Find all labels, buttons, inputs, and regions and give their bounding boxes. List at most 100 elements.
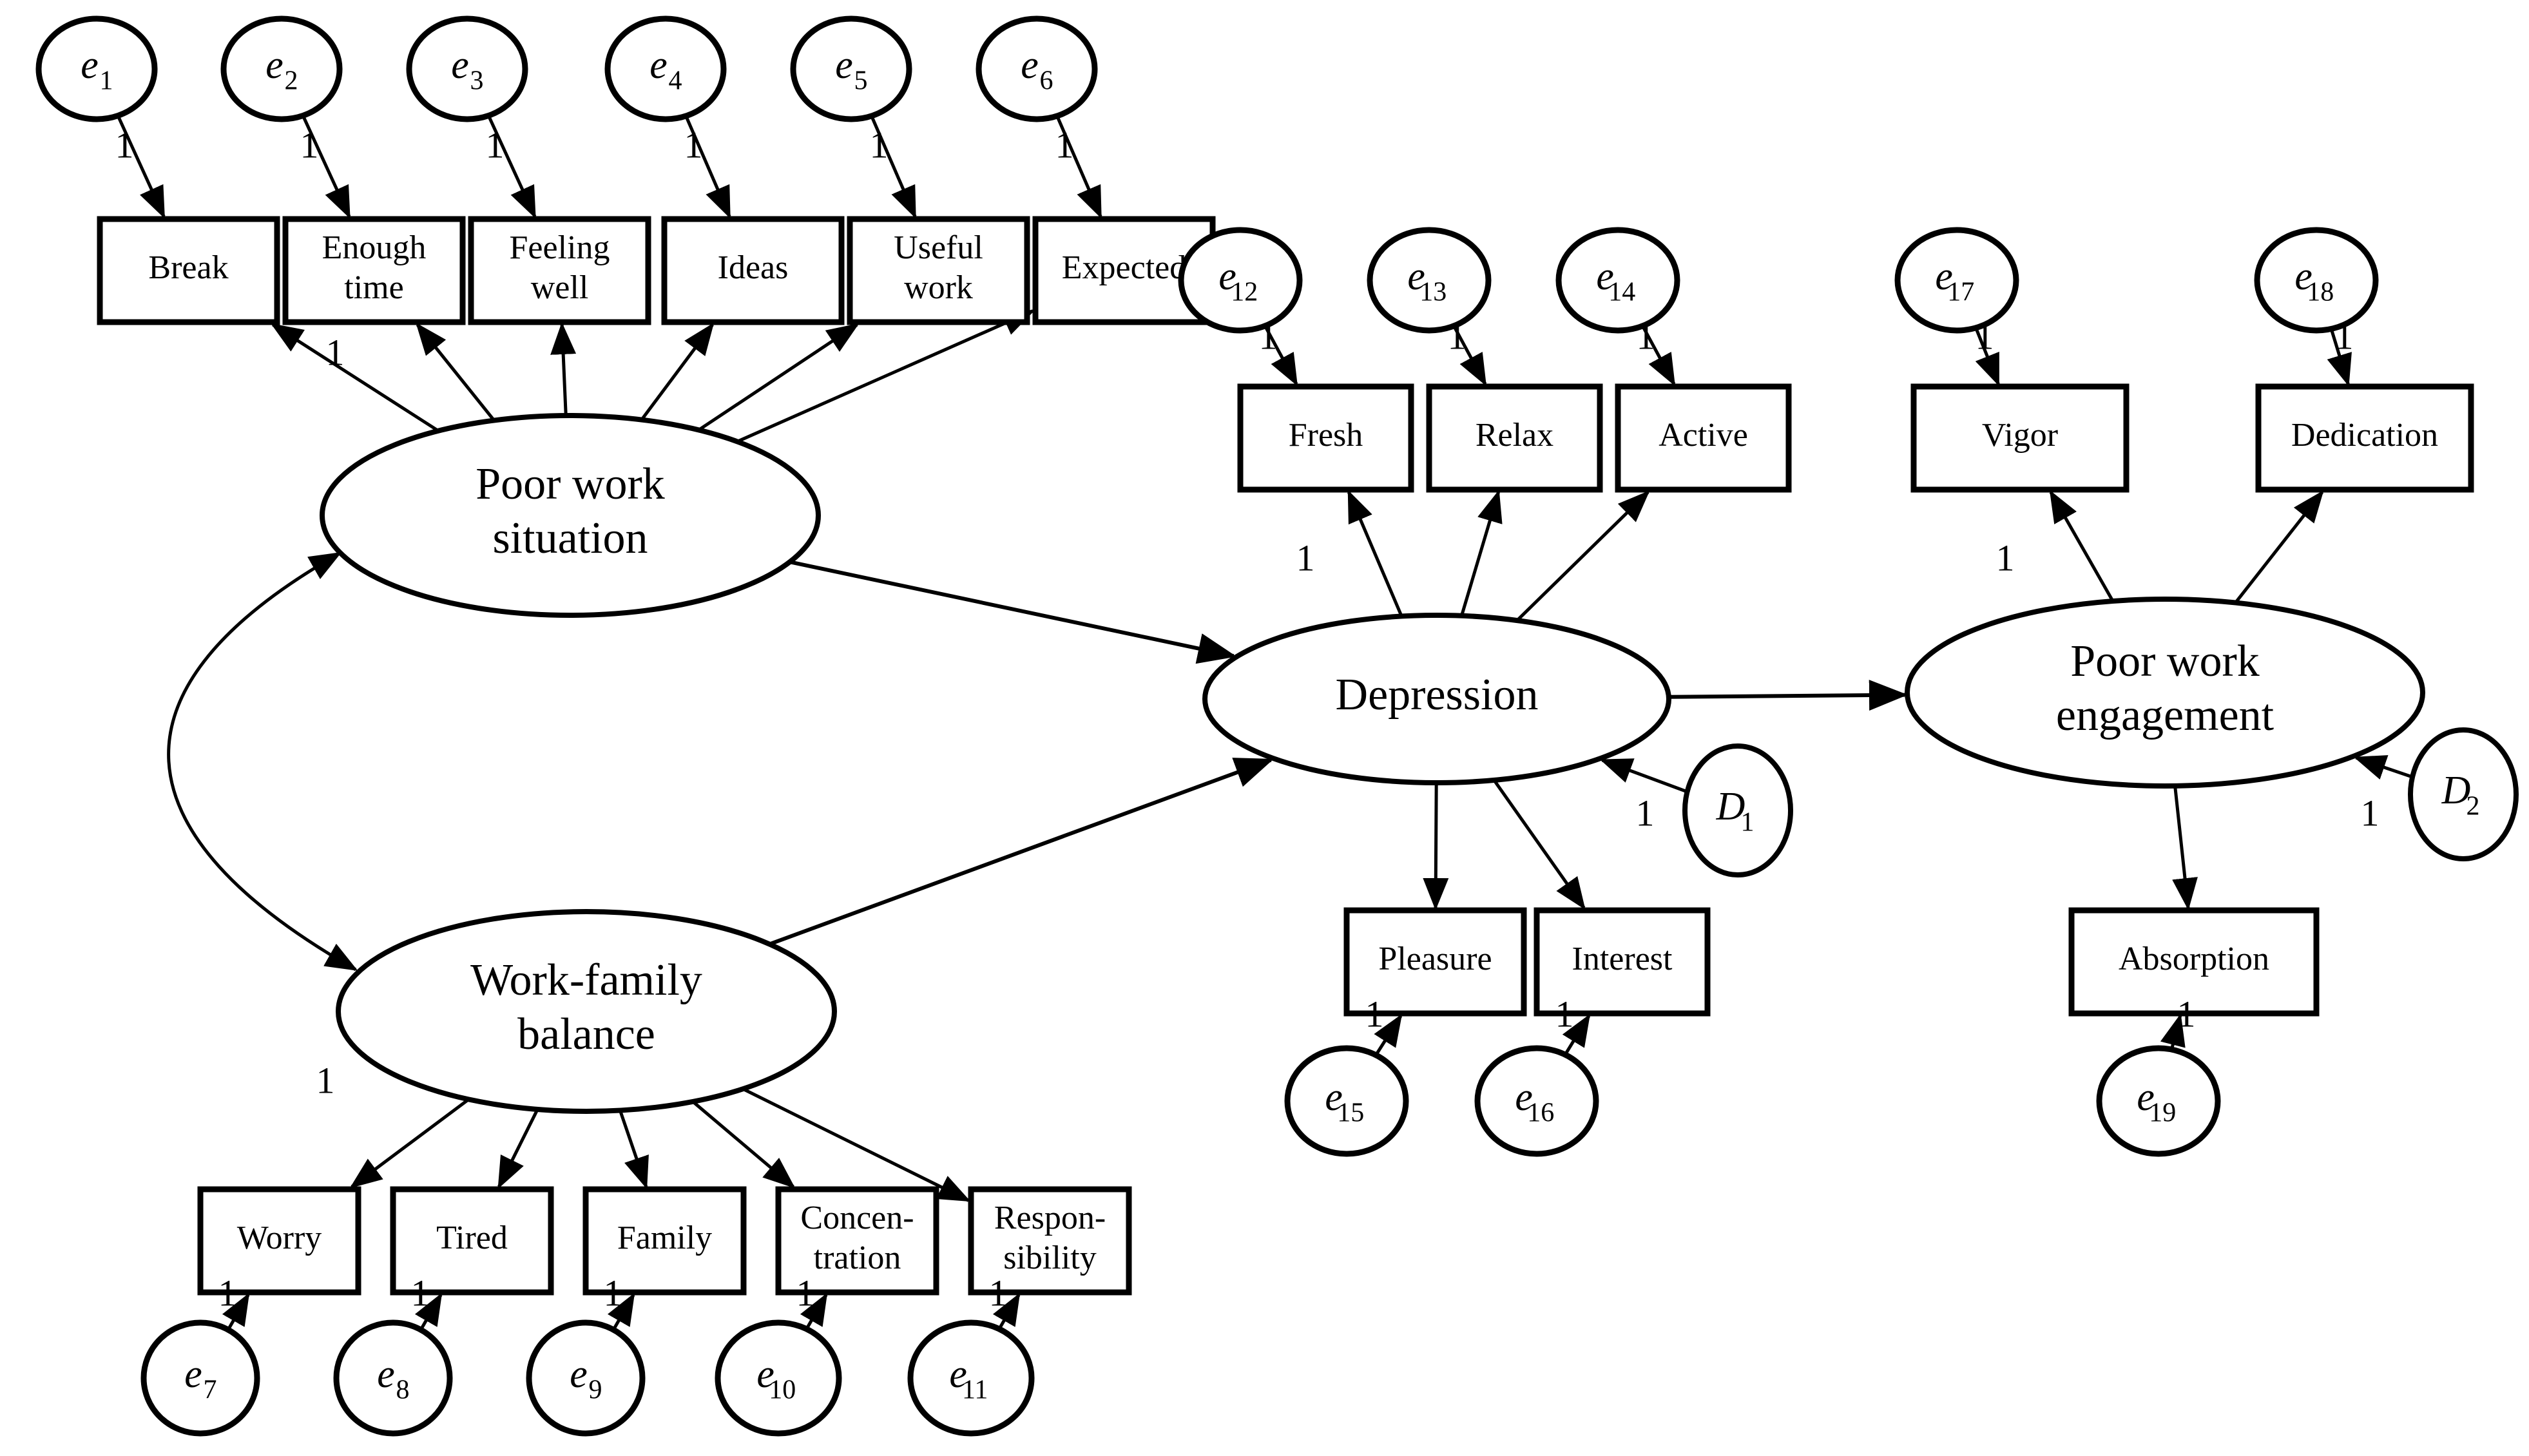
error-term-label-e8: e: [377, 1352, 395, 1396]
observed-label-enough_time: Enough: [322, 229, 427, 266]
error-term-e8: e8: [333, 1319, 453, 1437]
latent-variable-work_family_balance: Work-family balance: [336, 909, 837, 1114]
error-term-subscript-e9: 9: [589, 1375, 602, 1405]
path-poor_work_situation-to-break: [271, 323, 438, 432]
observed-label-vigor: Vigor: [1982, 417, 2058, 454]
observed-variable-enough_time: Enoughtime: [282, 216, 466, 325]
observed-variable-break: Break: [97, 216, 280, 325]
path-work_family_balance-to-tired: [497, 1109, 539, 1189]
error-term-e19: e19: [2096, 1045, 2221, 1157]
loading-label-lbl-e6: 1: [1055, 124, 1074, 166]
error-term-subscript-e13: 13: [1419, 278, 1447, 307]
path-poor_work_engagement-to-vigor: [2049, 490, 2114, 601]
path-work_family_balance-to-family: [619, 1111, 649, 1189]
error-term-e2: e2: [220, 15, 343, 122]
loading-label-lbl-e5: 1: [870, 124, 889, 166]
loading-label-lbl-dep: 1: [1296, 537, 1315, 579]
error-term-subscript-e2: 2: [285, 66, 298, 96]
observed-label-dedication: Dedication: [2291, 417, 2438, 454]
observed-variable-vigor: Vigor: [1910, 383, 2130, 493]
latent-variable-depression: Depression: [1202, 613, 1671, 785]
latent-label-depression: Depression: [1336, 670, 1539, 720]
loading-label-lbl-e13: 1: [1448, 315, 1466, 357]
observed-label-relax: Relax: [1476, 417, 1553, 454]
path-D1-to-depression: [1599, 758, 1687, 793]
observed-label-expected: Expected: [1062, 249, 1186, 286]
error-term-subscript-e18: 18: [2307, 278, 2334, 307]
observed-label-concentration: tration: [814, 1240, 901, 1276]
error-term-e12: e12: [1178, 227, 1303, 334]
disturbance-term-D1: D1: [1682, 743, 1793, 877]
observed-label-useful_work: Useful: [894, 229, 983, 266]
path-depression-to-interest: [1494, 780, 1586, 910]
loading-label-lbl-e18: 1: [2335, 315, 2354, 357]
latent-label-poor_work_situation: situation: [492, 513, 648, 563]
error-term-e4: e4: [604, 15, 727, 122]
error-term-subscript-e1: 1: [100, 66, 113, 96]
observed-variable-active: Active: [1615, 383, 1792, 493]
error-term-subscript-e6: 6: [1040, 66, 1053, 96]
observed-variable-relax: Relax: [1426, 383, 1603, 493]
error-term-e17: e17: [1894, 227, 2019, 334]
error-term-subscript-e14: 14: [1608, 278, 1635, 307]
observed-label-tired: Tired: [436, 1220, 508, 1256]
error-term-e10: e10: [715, 1319, 842, 1437]
error-term-subscript-e16: 16: [1527, 1098, 1554, 1128]
observed-variable-feeling_well: Feelingwell: [468, 216, 651, 325]
error-term-label-e1: e: [81, 43, 99, 87]
observed-variable-dedication: Dedication: [2255, 383, 2474, 493]
error-term-e16: e16: [1474, 1045, 1599, 1157]
observed-label-family: Family: [617, 1220, 712, 1256]
error-term-label-e9: e: [570, 1352, 588, 1396]
path-poor_work_situation-to-useful_work: [699, 323, 860, 431]
error-term-e18: e18: [2254, 227, 2379, 334]
latent-label-poor_work_engagement: engagement: [2056, 691, 2274, 740]
observed-variable-fresh: Fresh: [1237, 383, 1414, 493]
observed-label-ideas: Ideas: [718, 249, 789, 286]
path-poor_work_situation-to-depression: [791, 560, 1237, 664]
loading-label-lbl-wfb: 1: [316, 1059, 335, 1101]
loading-label-lbl-e4: 1: [684, 124, 703, 166]
nodes-layer: Break EnoughtimeFeelingwell Ideas Usefulwor…: [35, 15, 2519, 1437]
latent-label-poor_work_engagement: Poor work: [2070, 637, 2260, 686]
observed-label-useful_work: work: [904, 269, 973, 306]
error-term-subscript-e8: 8: [396, 1375, 410, 1405]
error-term-subscript-e7: 7: [204, 1375, 217, 1405]
path-poor_work_situation-to-ideas: [641, 322, 715, 420]
observed-label-responsibility: sibility: [1003, 1240, 1096, 1276]
latent-label-work_family_balance: Work-family: [470, 955, 702, 1005]
loading-label-lbl-e17: 1: [1976, 315, 1994, 357]
loading-label-lbl-e10: 1: [796, 1272, 815, 1314]
observed-label-active: Active: [1659, 417, 1748, 454]
observed-variable-ideas: Ideas: [661, 216, 845, 325]
path-depression-to-poor_work_engagement: [1669, 680, 1908, 711]
loading-label-lbl-e2: 1: [300, 124, 319, 166]
error-term-subscript-e12: 12: [1231, 278, 1258, 307]
latent-variable-poor_work_engagement: Poor work engagement: [1905, 597, 2425, 789]
error-term-label-e7: e: [184, 1352, 202, 1396]
path-work_family_balance-to-responsibility: [744, 1088, 971, 1202]
loading-label-lbl-pws: 1: [326, 331, 345, 373]
error-term-label-e4: e: [649, 43, 668, 87]
error-term-subscript-e10: 10: [769, 1375, 796, 1405]
loading-label-lbl-e9: 1: [604, 1272, 622, 1314]
error-term-e3: e3: [406, 15, 528, 122]
observed-label-fresh: Fresh: [1289, 417, 1363, 454]
error-term-e7: e7: [140, 1319, 260, 1437]
error-term-subscript-e4: 4: [669, 66, 682, 96]
observed-label-absorption: Absorption: [2119, 941, 2269, 977]
observed-label-break: Break: [148, 249, 228, 286]
error-term-subscript-e5: 5: [854, 66, 868, 96]
error-term-e6: e6: [976, 15, 1098, 122]
loading-label-lbl-e12: 1: [1259, 315, 1278, 357]
observed-label-responsibility: Respon-: [994, 1200, 1106, 1236]
error-term-e5: e5: [790, 15, 912, 122]
disturbance-term-subscript-D1: 1: [1741, 808, 1755, 838]
error-term-e1: e1: [35, 15, 158, 122]
observed-label-concentration: Concen-: [800, 1200, 914, 1236]
observed-label-feeling_well: well: [531, 269, 589, 306]
loading-label-lbl-e15: 1: [1365, 993, 1384, 1035]
error-term-label-e2: e: [265, 43, 284, 87]
disturbance-term-subscript-D2: 2: [2466, 792, 2480, 821]
loading-label-lbl-e14: 1: [1637, 315, 1655, 357]
